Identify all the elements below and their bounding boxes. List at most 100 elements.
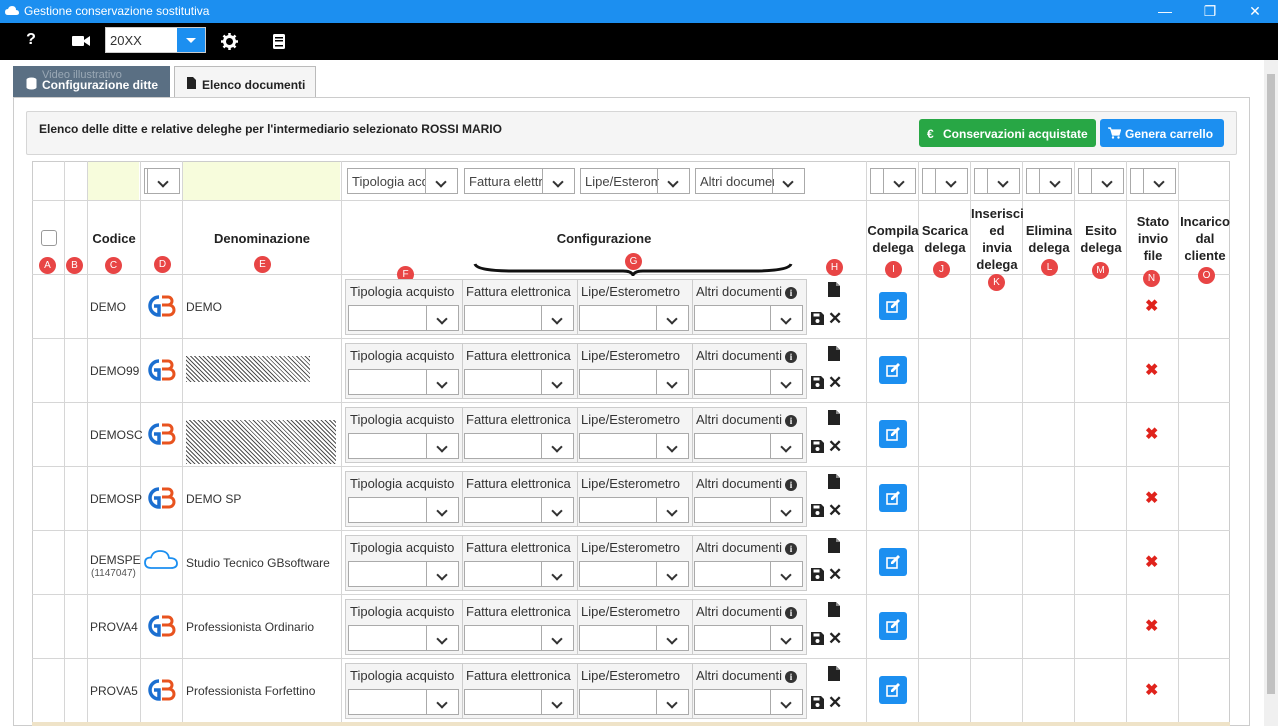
minimize-button[interactable]: — (1145, 0, 1185, 23)
close-button[interactable]: ✕ (1235, 0, 1275, 23)
config-select[interactable] (694, 305, 803, 331)
chevron-down-icon[interactable] (770, 434, 802, 458)
chevron-down-icon[interactable] (541, 498, 573, 522)
info-icon[interactable]: i (784, 351, 797, 363)
config-select[interactable] (464, 433, 574, 459)
chevron-down-icon[interactable] (426, 370, 458, 394)
help-icon[interactable]: ? (21, 31, 41, 51)
chevron-down-icon[interactable] (770, 562, 802, 586)
chevron-down-icon[interactable] (425, 169, 457, 193)
chevron-down-icon[interactable] (770, 626, 802, 650)
chevron-down-icon[interactable] (426, 626, 458, 650)
info-icon[interactable]: i (784, 415, 797, 427)
tab-elenco-documenti[interactable]: Elenco documenti (174, 66, 316, 98)
compila-delega-button[interactable] (879, 420, 907, 448)
info-icon[interactable]: i (784, 543, 797, 555)
tipologia-filter-select[interactable]: Tipologia acquisto (347, 168, 458, 194)
config-select[interactable] (694, 561, 803, 587)
config-select[interactable] (579, 625, 689, 651)
chevron-down-icon[interactable] (883, 169, 915, 193)
document-icon[interactable] (828, 474, 840, 489)
select-all-checkbox[interactable] (41, 230, 57, 246)
config-select[interactable] (694, 625, 803, 651)
logo-filter-select[interactable] (144, 168, 180, 194)
config-select[interactable] (464, 305, 574, 331)
chevron-down-icon[interactable] (772, 169, 804, 193)
config-select[interactable] (348, 305, 459, 331)
scarica-filter-select[interactable] (922, 168, 968, 194)
stato-filter-select[interactable] (1130, 168, 1176, 194)
config-select[interactable] (579, 369, 689, 395)
cancel-icon[interactable]: ✕ (828, 502, 842, 519)
chevron-down-icon[interactable] (770, 498, 802, 522)
config-select[interactable] (348, 689, 459, 715)
config-select[interactable] (464, 689, 574, 715)
config-select[interactable] (348, 625, 459, 651)
chevron-down-icon[interactable] (147, 169, 179, 193)
chevron-down-icon[interactable] (541, 434, 573, 458)
compila-delega-button[interactable] (879, 356, 907, 384)
chevron-down-icon[interactable] (987, 169, 1019, 193)
year-select[interactable]: 20XX (105, 27, 206, 53)
save-icon[interactable] (811, 376, 824, 389)
chevron-down-icon[interactable] (426, 434, 458, 458)
config-select[interactable] (694, 369, 803, 395)
scrollbar-thumb[interactable] (1267, 74, 1275, 694)
chevron-down-icon[interactable] (542, 169, 574, 193)
save-icon[interactable] (811, 568, 824, 581)
denominazione-header[interactable]: Denominazione (183, 230, 341, 247)
chevron-down-icon[interactable] (541, 626, 573, 650)
chevron-down-icon[interactable] (541, 562, 573, 586)
fattura-filter-select[interactable]: Fattura elettronica (464, 168, 575, 194)
chevron-down-icon[interactable] (656, 498, 688, 522)
book-icon[interactable] (272, 33, 286, 50)
chevron-down-icon[interactable] (770, 370, 802, 394)
document-icon[interactable] (828, 666, 840, 681)
config-select[interactable] (579, 497, 689, 523)
chevron-down-icon[interactable] (1039, 169, 1071, 193)
chevron-down-icon[interactable] (541, 690, 573, 714)
chevron-down-icon[interactable] (1091, 169, 1123, 193)
config-select[interactable] (694, 433, 803, 459)
save-icon[interactable] (811, 632, 824, 645)
compila-delega-button[interactable] (879, 548, 907, 576)
cancel-icon[interactable]: ✕ (828, 630, 842, 647)
cancel-icon[interactable]: ✕ (828, 694, 842, 711)
config-select[interactable] (579, 433, 689, 459)
info-icon[interactable]: i (784, 671, 797, 683)
chevron-down-icon[interactable] (656, 562, 688, 586)
chevron-down-icon[interactable] (656, 370, 688, 394)
save-icon[interactable] (811, 312, 824, 325)
config-select[interactable] (579, 305, 689, 331)
chevron-down-icon[interactable] (656, 306, 688, 330)
chevron-down-icon[interactable] (656, 434, 688, 458)
cancel-icon[interactable]: ✕ (828, 438, 842, 455)
info-icon[interactable]: i (784, 479, 797, 491)
cancel-icon[interactable]: ✕ (828, 374, 842, 391)
esito-filter-select[interactable] (1078, 168, 1124, 194)
chevron-down-icon[interactable] (1143, 169, 1175, 193)
config-select[interactable] (694, 689, 803, 715)
restore-button[interactable]: ❐ (1190, 0, 1230, 23)
compila-filter-select[interactable] (870, 168, 916, 194)
save-icon[interactable] (811, 504, 824, 517)
document-icon[interactable] (828, 410, 840, 425)
document-icon[interactable] (828, 538, 840, 553)
cancel-icon[interactable]: ✕ (828, 566, 842, 583)
inserisci-filter-select[interactable] (974, 168, 1020, 194)
chevron-down-icon[interactable] (541, 370, 573, 394)
chevron-down-icon[interactable] (426, 690, 458, 714)
chevron-down-icon[interactable] (657, 169, 689, 193)
gear-icon[interactable] (221, 33, 238, 50)
chevron-down-icon[interactable] (656, 690, 688, 714)
codice-header[interactable]: Codice (88, 230, 140, 247)
document-icon[interactable] (828, 282, 840, 297)
conservazioni-acquistate-button[interactable]: € Conservazioni acquistate (919, 119, 1096, 147)
config-select[interactable] (464, 625, 574, 651)
compila-delega-button[interactable] (879, 612, 907, 640)
genera-carrello-button[interactable]: Genera carrello (1100, 119, 1224, 147)
info-icon[interactable]: i (784, 287, 797, 299)
document-icon[interactable] (828, 346, 840, 361)
vertical-scrollbar[interactable] (1264, 60, 1278, 726)
cancel-icon[interactable]: ✕ (828, 310, 842, 327)
